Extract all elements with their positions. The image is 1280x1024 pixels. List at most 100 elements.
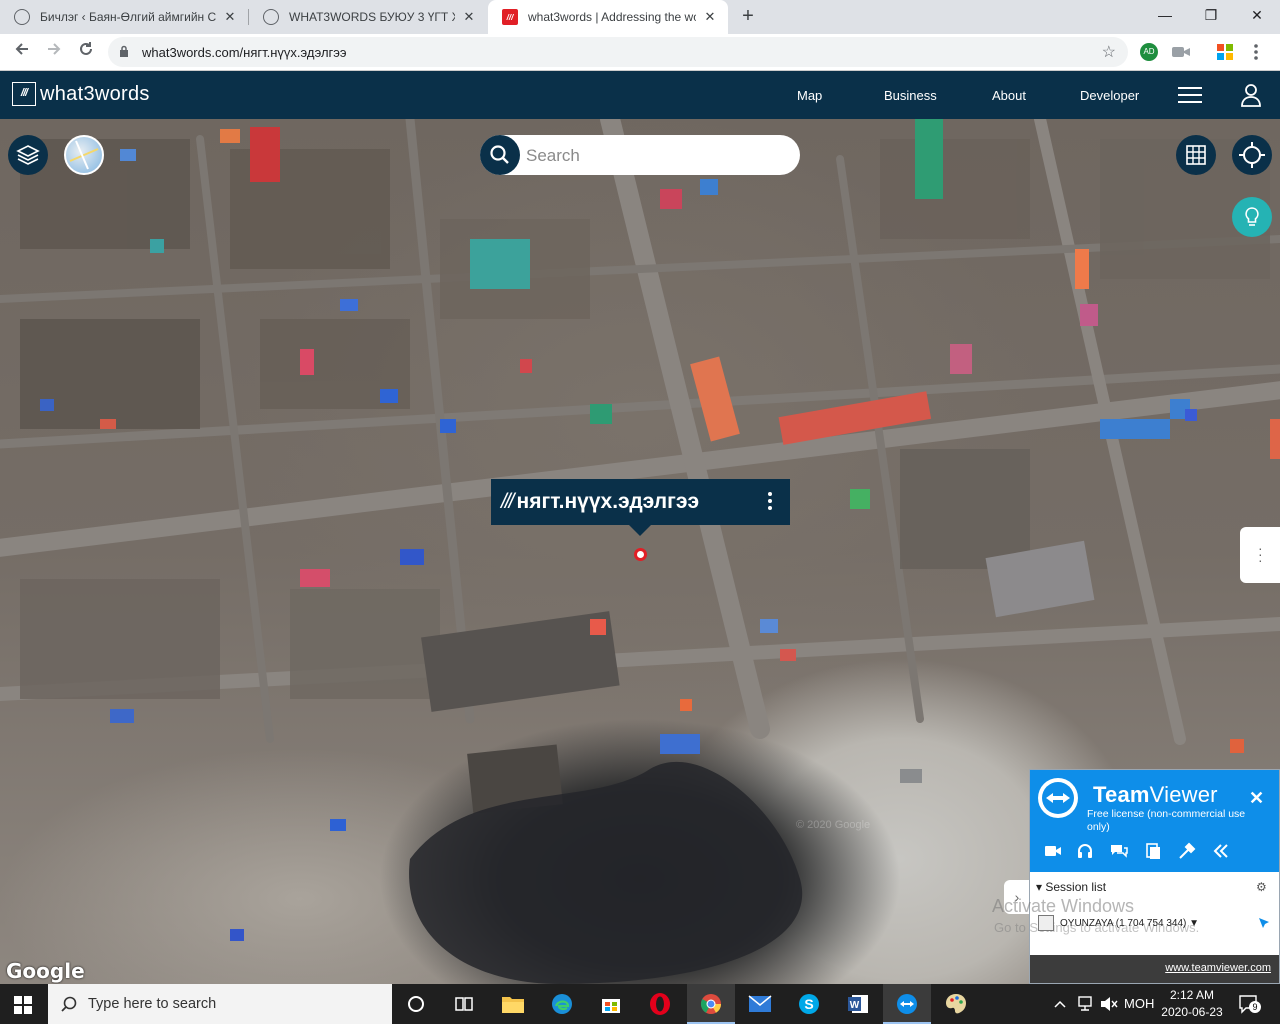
session-list-label: Session list (1045, 880, 1107, 894)
teamviewer-footer: www.teamviewer.com (1030, 955, 1279, 983)
network-icon[interactable] (1076, 995, 1096, 1013)
paint-button[interactable] (932, 984, 980, 1024)
clock-time: 2:12 AM (1169, 988, 1215, 1002)
svg-text:W: W (850, 1000, 860, 1011)
task-view-button[interactable] (440, 984, 488, 1024)
word-icon: W (848, 995, 868, 1013)
cortana-icon (408, 996, 424, 1012)
teamviewer-icon (897, 994, 917, 1014)
hamburger-menu-icon[interactable] (1178, 87, 1202, 103)
taskbar-search-placeholder: Type here to search (88, 996, 217, 1012)
skype-button[interactable]: S (785, 984, 833, 1024)
search-input[interactable]: Search (526, 146, 580, 166)
mail-button[interactable] (736, 984, 784, 1024)
clock-date: 2020-06-23 (1161, 1005, 1223, 1019)
tab-what3words-article[interactable]: WHAT3WORDS БУЮУ 3 ҮГТ ХАЯ ✕ (249, 0, 487, 34)
logo-mark: /// (12, 82, 36, 106)
teamviewer-title-rest: Viewer (1149, 782, 1218, 807)
location-pin-icon (634, 548, 647, 561)
teamviewer-link[interactable]: www.teamviewer.com (1165, 962, 1271, 974)
teamviewer-panel: TeamViewer Free license (non-commercial … (992, 769, 1280, 984)
office-extension-icon[interactable] (1217, 44, 1233, 60)
teamviewer-logo-icon (1038, 778, 1078, 818)
restore-button[interactable]: ❐ (1188, 0, 1234, 30)
camera-blocked-icon[interactable] (1172, 45, 1190, 59)
browser-menu-icon[interactable] (1252, 43, 1260, 61)
teamviewer-taskbar-button[interactable] (883, 984, 931, 1024)
headset-icon[interactable] (1076, 842, 1094, 860)
folder-icon (502, 997, 524, 1013)
tab-what3words-active[interactable]: /// what3words | Addressing the wo ✕ (488, 0, 728, 34)
word-button[interactable]: W (834, 984, 882, 1024)
layers-icon (16, 145, 40, 165)
system-clock[interactable]: 2:12 AM 2020-06-23 (1160, 987, 1224, 1021)
notification-count-badge: 9 (1249, 1001, 1261, 1013)
browser-tab-strip: Бичлэг ‹ Баян-Өлгий аймгийн С ✕ WHAT3WOR… (0, 0, 1280, 34)
teamviewer-close-button[interactable]: ✕ (1249, 788, 1264, 809)
url-text: what3words.com/нягт.нүүх.эдэлгээ (142, 45, 347, 60)
tab-close-icon[interactable]: ✕ (461, 9, 477, 25)
nav-map[interactable]: Map (797, 88, 822, 103)
address-bar[interactable]: what3words.com/нягт.нүүх.эдэлгээ ☆ (108, 37, 1128, 67)
session-list-header[interactable]: ▾ Session list (1036, 880, 1106, 894)
side-panel-tab[interactable]: · · · (1240, 527, 1280, 583)
nav-business[interactable]: Business (884, 88, 937, 103)
windows-start-icon[interactable] (14, 996, 32, 1014)
chrome-icon (700, 994, 722, 1014)
session-entry[interactable]: OYUNZAYA (1 704 754 344) ▼ (1038, 915, 1199, 931)
session-settings-icon[interactable]: ⚙ (1256, 880, 1267, 894)
my-location-button[interactable] (1232, 135, 1272, 175)
back-button[interactable] (10, 40, 34, 64)
bookmark-star-icon[interactable]: ☆ (1102, 42, 1116, 62)
search-button[interactable] (480, 135, 520, 175)
arrow-left-icon (15, 43, 28, 55)
map-layers-button[interactable] (8, 135, 48, 175)
notification-center-button[interactable]: 9 (1238, 994, 1261, 1014)
lock-icon (120, 45, 128, 57)
grid-toggle-button[interactable] (1176, 135, 1216, 175)
cortana-button[interactable] (392, 984, 440, 1024)
nav-about[interactable]: About (992, 88, 1026, 103)
search-bar[interactable]: Search (480, 135, 800, 175)
tab-bichleg[interactable]: Бичлэг ‹ Баян-Өлгий аймгийн С ✕ (0, 0, 248, 34)
close-window-button[interactable]: ✕ (1234, 0, 1280, 30)
forward-button[interactable] (42, 40, 66, 64)
what3words-logo[interactable]: /// what3words (12, 82, 150, 106)
tips-button[interactable] (1232, 197, 1272, 237)
input-language[interactable]: МОН (1124, 996, 1154, 1011)
opera-button[interactable] (636, 984, 684, 1024)
tools-icon[interactable] (1178, 842, 1196, 860)
license-text: Free license (non-commercial use only) (1087, 808, 1246, 833)
chrome-button[interactable] (687, 984, 735, 1024)
video-call-icon[interactable] (1044, 842, 1062, 860)
file-explorer-button[interactable] (489, 984, 537, 1024)
taskbar-search-box[interactable]: Type here to search (48, 984, 392, 1024)
reload-button[interactable] (74, 40, 98, 64)
address-popup[interactable]: ///нягт.нүүх.эдэлгээ (491, 479, 790, 536)
user-account-icon[interactable] (1240, 83, 1262, 107)
map-style-toggle[interactable] (64, 135, 104, 175)
edge-button[interactable] (538, 984, 586, 1024)
connect-arrow-icon[interactable] (1258, 917, 1270, 929)
extension-ad-icon[interactable]: AD (1140, 43, 1158, 61)
volume-muted-icon[interactable] (1100, 996, 1118, 1012)
vertical-dots-icon: · · · (1258, 540, 1263, 568)
tab-close-icon[interactable]: ✕ (222, 9, 238, 25)
street-map-thumbnail-icon (69, 140, 99, 170)
chevron-up-icon[interactable] (1054, 999, 1066, 1009)
new-tab-button[interactable]: + (737, 5, 759, 27)
skype-icon: S (799, 994, 819, 1014)
address-options-icon[interactable] (767, 492, 773, 512)
file-transfer-icon[interactable] (1144, 842, 1162, 860)
chat-icon[interactable] (1110, 842, 1128, 860)
tab-close-icon[interactable]: ✕ (702, 9, 718, 25)
opera-icon (650, 993, 670, 1015)
logo-text: what3words (40, 82, 150, 105)
user-avatar-icon (1038, 915, 1054, 931)
minimize-button[interactable]: — (1142, 0, 1188, 30)
store-button[interactable] (587, 984, 635, 1024)
nav-developer[interactable]: Developer (1080, 88, 1139, 103)
double-chevron-left-icon[interactable] (1212, 842, 1230, 860)
three-word-address[interactable]: ///нягт.нүүх.эдэлгээ (501, 490, 699, 514)
teamviewer-title-bold: Team (1093, 782, 1150, 807)
